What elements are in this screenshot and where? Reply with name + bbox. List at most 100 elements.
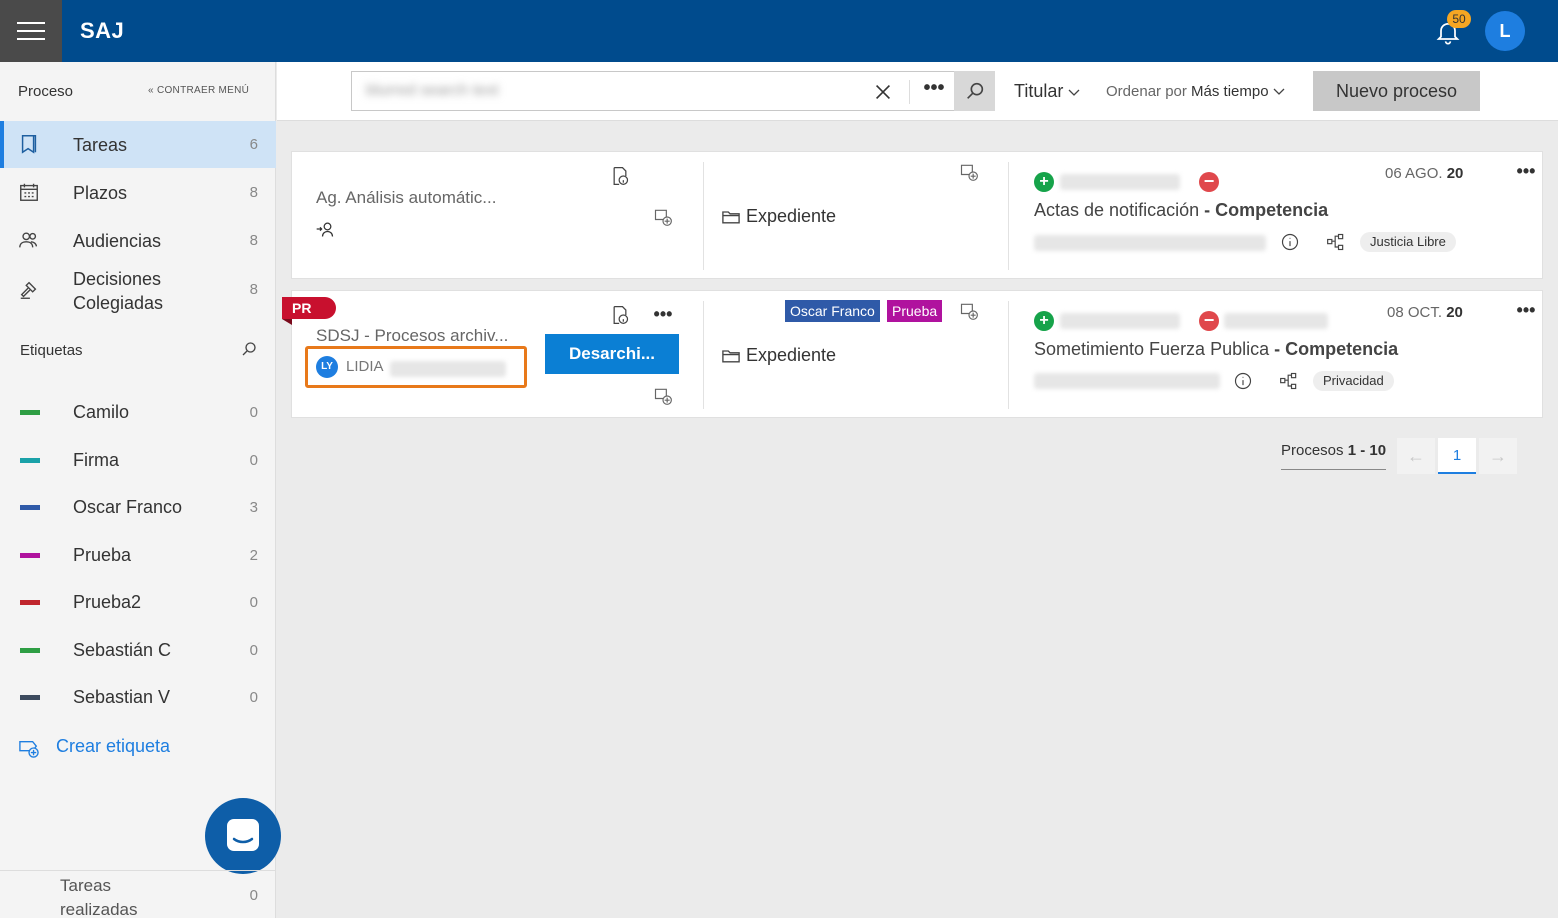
tag-count: 2 — [249, 547, 258, 564]
tag-count: 3 — [249, 499, 258, 516]
document-info-icon[interactable] — [610, 166, 630, 186]
divider — [1008, 162, 1009, 270]
add-tag-icon[interactable] — [653, 386, 673, 406]
sidebar-footer[interactable]: Tareas realizadas 0 — [0, 870, 276, 918]
tag-item-sebastian-v[interactable]: Sebastian V 0 — [0, 677, 276, 717]
expediente-label: Expediente — [746, 345, 837, 365]
subject-text: Sometimiento Fuerza Publica — [1034, 339, 1270, 359]
minus-icon[interactable]: − — [1199, 172, 1219, 192]
plus-icon[interactable]: + — [1034, 172, 1054, 192]
tag-item-prueba[interactable]: Prueba 2 — [0, 535, 276, 575]
completed-tasks-label: Tareas realizadas — [60, 876, 138, 918]
add-tag-icon[interactable] — [653, 207, 673, 227]
divider — [703, 162, 704, 270]
redacted-number — [1034, 235, 1266, 251]
subject-separator: - — [1204, 200, 1211, 220]
add-tag-icon[interactable] — [959, 301, 979, 321]
process-subject: Sometimiento Fuerza Publica - Competenci… — [1034, 339, 1398, 360]
process-title: SDSJ - Procesos archiv... — [316, 326, 509, 345]
sidebar-item-tareas[interactable]: Tareas 6 — [0, 121, 276, 168]
gavel-icon — [20, 281, 37, 299]
tag-color-swatch — [20, 648, 40, 653]
collapse-menu-button[interactable]: « CONTRAER MENÚ — [148, 85, 249, 96]
info-icon[interactable] — [1280, 232, 1300, 252]
redacted-party — [1224, 313, 1328, 329]
tag-chip-prueba[interactable]: Prueba — [887, 300, 943, 322]
expediente-link[interactable]: Expediente — [722, 206, 836, 227]
search-button[interactable] — [954, 71, 995, 111]
sidebar-item-decisiones[interactable]: Decisiones Colegiadas 8 — [0, 264, 276, 318]
tag-count: 0 — [249, 452, 258, 469]
process-card[interactable]: PR SDSJ - Procesos archiv... LY LIDIA ••… — [282, 290, 1543, 418]
user-name: LIDIA — [346, 358, 384, 375]
tag-count: 0 — [249, 642, 258, 659]
divider — [703, 301, 704, 409]
sidebar-item-audiencias[interactable]: Audiencias 8 — [0, 217, 276, 264]
card-more-button[interactable]: ••• — [651, 305, 675, 329]
titular-dropdown[interactable]: Titular — [1014, 81, 1080, 102]
hamburger-menu-button[interactable] — [0, 0, 62, 62]
redacted-party — [1060, 174, 1180, 190]
search-value: blurred search text — [366, 82, 499, 99]
chat-icon — [227, 819, 259, 851]
tag-item-oscar-franco[interactable]: Oscar Franco 3 — [0, 487, 276, 527]
search-icon[interactable] — [240, 340, 258, 358]
plus-icon[interactable]: + — [1034, 311, 1054, 331]
subject-text: Actas de notificación — [1034, 200, 1200, 220]
tag-item-camilo[interactable]: Camilo 0 — [0, 392, 276, 432]
tag-item-prueba2[interactable]: Prueba2 0 — [0, 582, 276, 622]
divider — [1008, 301, 1009, 409]
tag-item-sebastian-c[interactable]: Sebastián C 0 — [0, 630, 276, 670]
sidebar-item-count: 6 — [249, 136, 258, 153]
sort-dropdown[interactable]: Ordenar por Más tiempo — [1106, 83, 1285, 100]
info-icon[interactable] — [1233, 371, 1253, 391]
search-options-button[interactable]: ••• — [920, 76, 948, 106]
search-input[interactable]: blurred search text ••• — [351, 71, 995, 111]
pagination-label: Procesos — [1281, 442, 1344, 459]
process-card[interactable]: Ag. Análisis automátic... Expediente + −… — [291, 151, 1543, 279]
sidebar-item-count: 8 — [249, 184, 258, 201]
assigned-user[interactable]: LY LIDIA — [305, 346, 527, 388]
pagination-range: 1 - 10 — [1347, 442, 1387, 459]
next-page-button[interactable]: → — [1479, 438, 1517, 474]
bookmark-icon — [21, 135, 37, 154]
assign-user-icon[interactable] — [315, 219, 335, 239]
tag-color-swatch — [20, 695, 40, 700]
prev-page-button[interactable]: ← — [1397, 438, 1435, 474]
completed-tasks-count: 0 — [249, 887, 258, 904]
chevron-down-icon — [1273, 88, 1285, 95]
tag-label: Sebastian V — [73, 687, 171, 707]
page-button-1[interactable]: 1 — [1438, 438, 1476, 474]
workflow-icon[interactable] — [1326, 232, 1346, 252]
add-tag-icon[interactable] — [959, 162, 979, 182]
workflow-icon[interactable] — [1279, 371, 1299, 391]
unarchive-button[interactable]: Desarchi... — [545, 334, 679, 374]
tag-chip-oscar-franco[interactable]: Oscar Franco — [785, 300, 880, 322]
sidebar: Proceso « CONTRAER MENÚ Tareas 6 Plazos … — [0, 62, 281, 918]
sidebar-item-plazos[interactable]: Plazos 8 — [0, 169, 276, 216]
app-title: SAJ — [80, 18, 125, 43]
process-date: 08 OCT. 20 — [1387, 304, 1463, 321]
tag-item-firma[interactable]: Firma 0 — [0, 440, 276, 480]
date-day-month: 08 OCT. — [1387, 304, 1443, 321]
card-more-button[interactable]: ••• — [1514, 301, 1538, 325]
date-year: 20 — [1446, 165, 1464, 182]
process-title: Ag. Análisis automátic... — [316, 188, 497, 207]
top-bar: SAJ 50 L — [0, 0, 1558, 62]
sidebar-item-label: Tareas — [73, 135, 128, 155]
new-process-button[interactable]: Nuevo proceso — [1313, 71, 1480, 111]
category-pill: Privacidad — [1313, 371, 1394, 391]
sidebar-item-count: 8 — [249, 232, 258, 249]
document-info-icon[interactable] — [610, 305, 630, 325]
close-icon[interactable] — [872, 81, 894, 103]
date-year: 20 — [1446, 304, 1463, 321]
chat-launcher-button[interactable] — [205, 798, 281, 874]
sidebar-item-label: Decisiones Colegiadas — [73, 269, 164, 313]
sidebar-item-count: 8 — [249, 281, 258, 298]
user-avatar[interactable]: L — [1485, 11, 1525, 51]
tag-count: 0 — [249, 404, 258, 421]
minus-icon[interactable]: − — [1199, 311, 1219, 331]
card-more-button[interactable]: ••• — [1514, 162, 1538, 186]
expediente-link[interactable]: Expediente — [722, 345, 836, 366]
tag-color-swatch — [20, 458, 40, 463]
